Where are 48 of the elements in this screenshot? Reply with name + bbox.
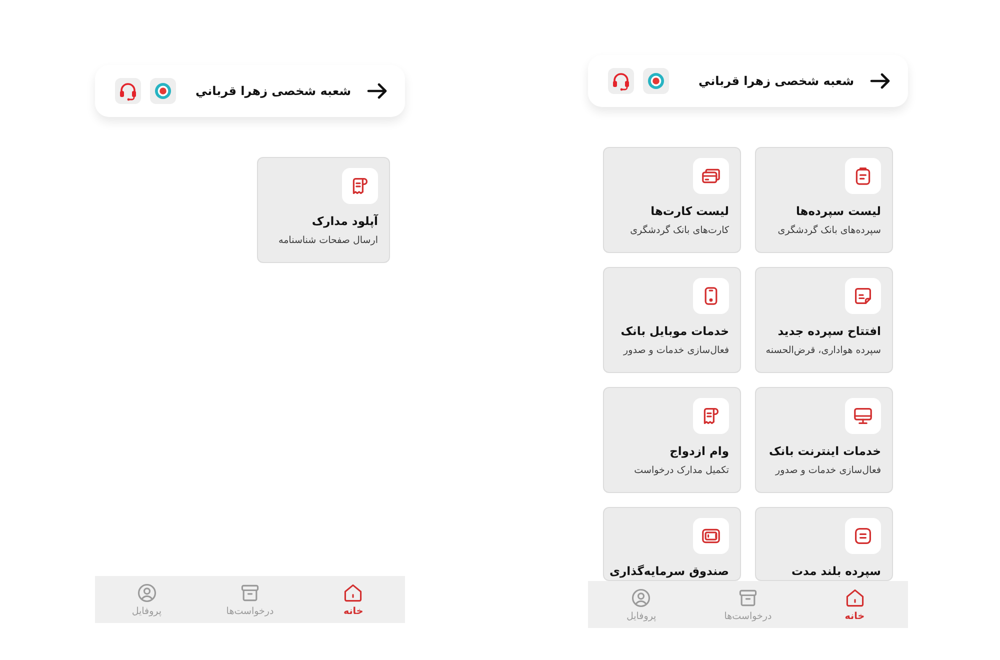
headset-icon[interactable]: [608, 68, 634, 94]
list-icon: [845, 518, 881, 554]
document-icon: [845, 278, 881, 314]
nav-tab[interactable]: خانه: [801, 586, 908, 622]
user-circle-icon: [630, 586, 652, 608]
card-description: تکمیل مدارک درخواست: [634, 464, 729, 478]
card-title: افتتاح سپرده جدید: [778, 323, 881, 339]
monitor-icon: [845, 398, 881, 434]
card-description: سپرده هواداری، قرض‌الحسنه: [766, 344, 881, 358]
service-card[interactable]: صندوق سرمایه‌گذاری: [603, 507, 741, 581]
service-card[interactable]: خدمات موبایل بانک فعال‌سازی خدمات و صدور: [603, 267, 741, 373]
card-description: فعال‌سازی خدمات و صدور: [776, 464, 881, 478]
service-card[interactable]: افتتاح سپرده جدید سپرده هواداری، قرض‌الحسنه: [755, 267, 893, 373]
service-card[interactable]: لیست سپرده‌ها سپرده‌های بانک گردشگری: [755, 147, 893, 253]
wallet-icon: [693, 518, 729, 554]
card-title: خدمات موبایل بانک: [620, 323, 729, 339]
phone-icon: [693, 278, 729, 314]
record-icon[interactable]: [150, 78, 176, 104]
service-card[interactable]: خدمات اینترنت بانک فعال‌سازی خدمات و صدور: [755, 387, 893, 493]
card-title: صندوق سرمایه‌گذاری: [609, 563, 729, 579]
nav-tab[interactable]: خانه: [302, 582, 405, 618]
screen-title: شعبه شخصی زهرا قرباني: [196, 84, 351, 98]
house-icon: [342, 582, 364, 604]
card-description: کارت‌های بانک گردشگری: [630, 224, 729, 238]
service-card[interactable]: لیست کارت‌ها کارت‌های بانک گردشگری: [603, 147, 741, 253]
card-description: ارسال صفحات شناسنامه: [278, 234, 378, 248]
back-arrow-icon[interactable]: [367, 83, 387, 99]
card-title: وام ازدواج: [670, 443, 729, 459]
receipt-icon: [693, 398, 729, 434]
card-title: خدمات اینترنت بانک: [769, 443, 881, 459]
back-arrow-icon[interactable]: [870, 73, 890, 89]
house-icon: [844, 586, 866, 608]
card-description: فعال‌سازی خدمات و صدور: [624, 344, 729, 358]
record-icon[interactable]: [643, 68, 669, 94]
service-card[interactable]: وام ازدواج تکمیل مدارک درخواست: [603, 387, 741, 493]
service-card[interactable]: سپرده بلند مدت: [755, 507, 893, 581]
screen-title: شعبه شخصی زهرا قرباني: [698, 74, 854, 88]
card-title: لیست سپرده‌ها: [796, 203, 881, 219]
card-title: سپرده بلند مدت: [791, 563, 881, 579]
user-circle-icon: [136, 582, 158, 604]
clipboard-icon: [845, 158, 881, 194]
headset-icon[interactable]: [115, 78, 141, 104]
card-title: لیست کارت‌ها: [650, 203, 729, 219]
card-title: آپلود مدارک: [312, 213, 378, 229]
cards-icon: [693, 158, 729, 194]
card-description: سپرده‌های بانک گردشگری: [778, 224, 881, 238]
receipt-icon: [342, 168, 378, 204]
service-card[interactable]: آپلود مدارک ارسال صفحات شناسنامه: [257, 157, 390, 263]
